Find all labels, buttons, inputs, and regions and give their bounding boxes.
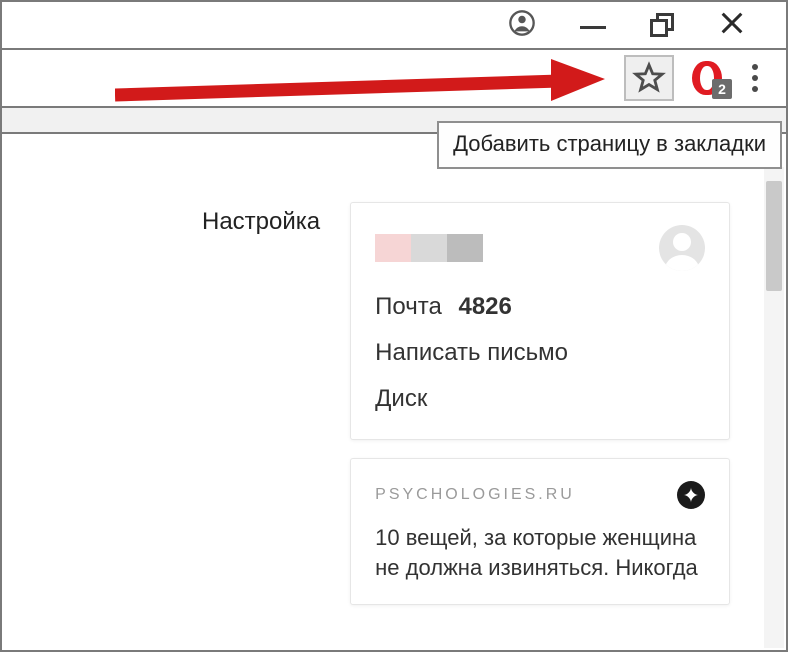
user-mail-card: Почта 4826 Написать письмо Диск <box>350 202 730 440</box>
username-blurred <box>375 234 483 262</box>
settings-link[interactable]: Настройка <box>202 208 320 605</box>
news-source: PSYCHOLOGIES.RU <box>375 486 575 504</box>
news-title: 10 вещей, за которые женщина не должна и… <box>375 523 705 582</box>
menu-kebab-icon[interactable] <box>744 58 766 98</box>
opera-badge-count: 2 <box>712 79 732 99</box>
scroll-thumb[interactable] <box>766 181 782 291</box>
compose-link[interactable]: Написать письмо <box>375 339 705 367</box>
window-titlebar <box>2 2 786 50</box>
page-content: Настройка Почта 4826 Написать письмо Дис… <box>2 134 786 605</box>
mail-link[interactable]: Почта 4826 <box>375 293 705 321</box>
bookmark-tooltip: Добавить страницу в закладки <box>437 121 782 169</box>
mail-label: Почта <box>375 293 442 320</box>
news-card[interactable]: PSYCHOLOGIES.RU 10 вещей, за которые жен… <box>350 458 730 605</box>
mail-count: 4826 <box>458 293 511 320</box>
profile-icon[interactable] <box>508 9 536 42</box>
bookmark-star-button[interactable] <box>624 55 674 101</box>
restore-icon[interactable] <box>650 13 674 37</box>
browser-toolbar: 2 <box>2 50 786 108</box>
minimize-icon[interactable] <box>580 25 606 29</box>
disk-link[interactable]: Диск <box>375 385 705 413</box>
opera-extension-icon[interactable]: 2 <box>692 61 726 95</box>
page-scrollbar[interactable] <box>764 167 784 648</box>
close-icon[interactable] <box>718 9 746 42</box>
zen-icon <box>677 481 705 509</box>
avatar-icon[interactable] <box>659 225 705 271</box>
